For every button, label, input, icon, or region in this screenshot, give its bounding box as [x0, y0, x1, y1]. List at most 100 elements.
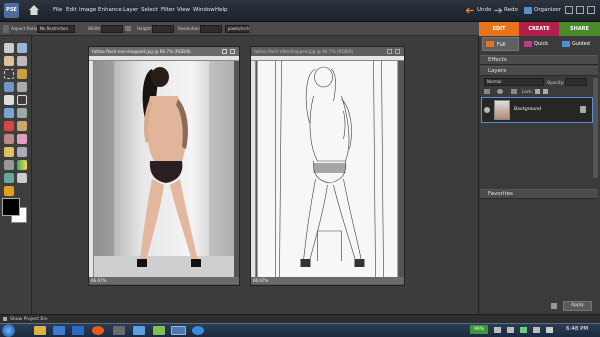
- hand-tool-icon[interactable]: [4, 56, 14, 66]
- new-layer-icon[interactable]: [484, 89, 490, 94]
- taskbar-photoshop-icon[interactable]: [171, 326, 186, 335]
- layers-panel-header[interactable]: Layers: [480, 66, 598, 76]
- taskbar-messenger-icon[interactable]: [153, 326, 165, 335]
- menu-layer[interactable]: Layer: [123, 7, 138, 13]
- redo-button[interactable]: Redo: [504, 7, 518, 13]
- menu-select[interactable]: Select: [141, 7, 158, 13]
- organizer-button[interactable]: Organizer: [534, 7, 561, 13]
- start-button[interactable]: [2, 324, 15, 337]
- document-close-icon[interactable]: [395, 49, 400, 54]
- tab-edit[interactable]: EDIT: [479, 22, 519, 36]
- swap-icon[interactable]: [125, 26, 131, 31]
- document-close-icon[interactable]: [230, 49, 235, 54]
- document-title[interactable]: tattoo-flash-aftershopped.jpg @ 66.7% (R…: [251, 47, 404, 56]
- menu-edit[interactable]: Edit: [66, 7, 77, 13]
- aspect-ratio-select[interactable]: No Restriction: [37, 25, 75, 33]
- favorites-panel-header[interactable]: Favorites: [480, 189, 598, 199]
- layer-name[interactable]: Background: [514, 107, 541, 112]
- selection-brush-tool-icon[interactable]: [17, 82, 27, 92]
- document-status: 66.67%: [251, 277, 404, 284]
- volume-icon[interactable]: [546, 327, 553, 333]
- close-icon[interactable]: [587, 6, 595, 14]
- redo-icon[interactable]: [494, 7, 502, 14]
- network-icon[interactable]: [533, 327, 540, 333]
- layers-scrollbar[interactable]: [593, 78, 598, 178]
- visibility-eye-icon[interactable]: [484, 107, 490, 113]
- tray-icon[interactable]: [494, 327, 501, 333]
- blur-tool-icon[interactable]: [17, 173, 27, 183]
- document-window-original[interactable]: tattoo-flash-non-shopped.jpg @ 66.7% (RG…: [88, 46, 240, 286]
- taskbar-app-icon[interactable]: [72, 326, 84, 335]
- height-field[interactable]: [152, 25, 174, 33]
- tray-icon[interactable]: [520, 327, 527, 333]
- paint-bucket-tool-icon[interactable]: [4, 160, 14, 170]
- undo-icon[interactable]: [466, 7, 474, 14]
- undo-button[interactable]: Undo: [477, 7, 491, 13]
- eraser-tool-icon[interactable]: [17, 134, 27, 144]
- adjustment-layer-icon[interactable]: [497, 89, 503, 94]
- trash-icon[interactable]: [551, 303, 557, 309]
- document-window-sketch[interactable]: tattoo-flash-aftershopped.jpg @ 66.7% (R…: [250, 46, 405, 286]
- resolution-field[interactable]: [200, 25, 222, 33]
- clock[interactable]: 6:48 PM: [566, 326, 588, 332]
- taskbar-app-icon[interactable]: [133, 326, 145, 335]
- taskbar-browser-icon[interactable]: [192, 326, 204, 335]
- menu-filter[interactable]: Filter: [161, 7, 175, 13]
- cookie-cutter-tool-icon[interactable]: [4, 108, 14, 118]
- menu-help[interactable]: Help: [215, 7, 228, 13]
- tab-create[interactable]: CREATE: [519, 22, 559, 36]
- tray-icon[interactable]: [507, 327, 514, 333]
- eyedropper-tool-icon[interactable]: [17, 56, 27, 66]
- taskbar-app-icon[interactable]: [113, 326, 125, 335]
- red-eye-tool-icon[interactable]: [4, 121, 14, 131]
- width-field[interactable]: [101, 25, 123, 33]
- apply-button[interactable]: Apply: [563, 301, 592, 311]
- healing-brush-tool-icon[interactable]: [17, 121, 27, 131]
- menu-image[interactable]: Image: [79, 7, 96, 13]
- magic-wand-tool-icon[interactable]: [4, 82, 14, 92]
- gradient-tool-icon[interactable]: [17, 160, 27, 170]
- move-tool-icon[interactable]: [4, 43, 14, 53]
- tab-share[interactable]: SHARE: [559, 22, 600, 36]
- restore-icon[interactable]: [576, 6, 584, 14]
- straighten-tool-icon[interactable]: [17, 108, 27, 118]
- battery-indicator[interactable]: 99%: [470, 325, 488, 334]
- expand-triangle-icon[interactable]: [3, 317, 7, 321]
- type-tool-icon[interactable]: [4, 95, 14, 105]
- menu-enhance[interactable]: Enhance: [98, 7, 122, 13]
- marquee-tool-icon[interactable]: [4, 69, 14, 79]
- blend-mode-select[interactable]: Normal: [484, 78, 544, 86]
- menu-window[interactable]: Window: [193, 7, 215, 13]
- opacity-field[interactable]: [565, 78, 587, 86]
- document-minimize-icon[interactable]: [387, 49, 392, 54]
- lock-transparent-icon[interactable]: [535, 89, 540, 94]
- clone-stamp-tool-icon[interactable]: [4, 134, 14, 144]
- home-icon[interactable]: [28, 4, 40, 16]
- aspect-ratio-label: Aspect Ratio:: [11, 26, 39, 31]
- document-scrollbar[interactable]: [234, 61, 239, 277]
- taskbar-explorer-icon[interactable]: [34, 326, 46, 335]
- menu-view[interactable]: View: [177, 7, 190, 13]
- lasso-tool-icon[interactable]: [17, 69, 27, 79]
- minimize-icon[interactable]: [565, 6, 573, 14]
- delete-layer-icon[interactable]: [511, 89, 517, 94]
- layer-row-background[interactable]: Background: [481, 97, 593, 123]
- crop-tool-icon[interactable]: [17, 95, 27, 105]
- taskbar-media-icon[interactable]: [92, 326, 104, 335]
- effects-panel-header[interactable]: Effects: [480, 55, 598, 65]
- document-title[interactable]: tattoo-flash-non-shopped.jpg @ 66.7% (RG…: [89, 47, 239, 56]
- resolution-unit-select[interactable]: pixels/inch: [225, 25, 249, 33]
- lock-label: Lock:: [522, 89, 533, 94]
- zoom-tool-icon[interactable]: [17, 43, 27, 53]
- sponge-tool-icon[interactable]: [4, 186, 14, 196]
- lock-all-icon[interactable]: [543, 89, 548, 94]
- shape-tool-icon[interactable]: [4, 173, 14, 183]
- smart-brush-tool-icon[interactable]: [17, 147, 27, 157]
- brush-tool-icon[interactable]: [4, 147, 14, 157]
- organizer-icon[interactable]: [524, 7, 532, 14]
- document-scrollbar[interactable]: [399, 61, 404, 277]
- taskbar-app-icon[interactable]: [53, 326, 65, 335]
- project-bin-bar[interactable]: Show Project Bin: [0, 314, 600, 323]
- document-minimize-icon[interactable]: [222, 49, 227, 54]
- menu-file[interactable]: File: [53, 7, 62, 13]
